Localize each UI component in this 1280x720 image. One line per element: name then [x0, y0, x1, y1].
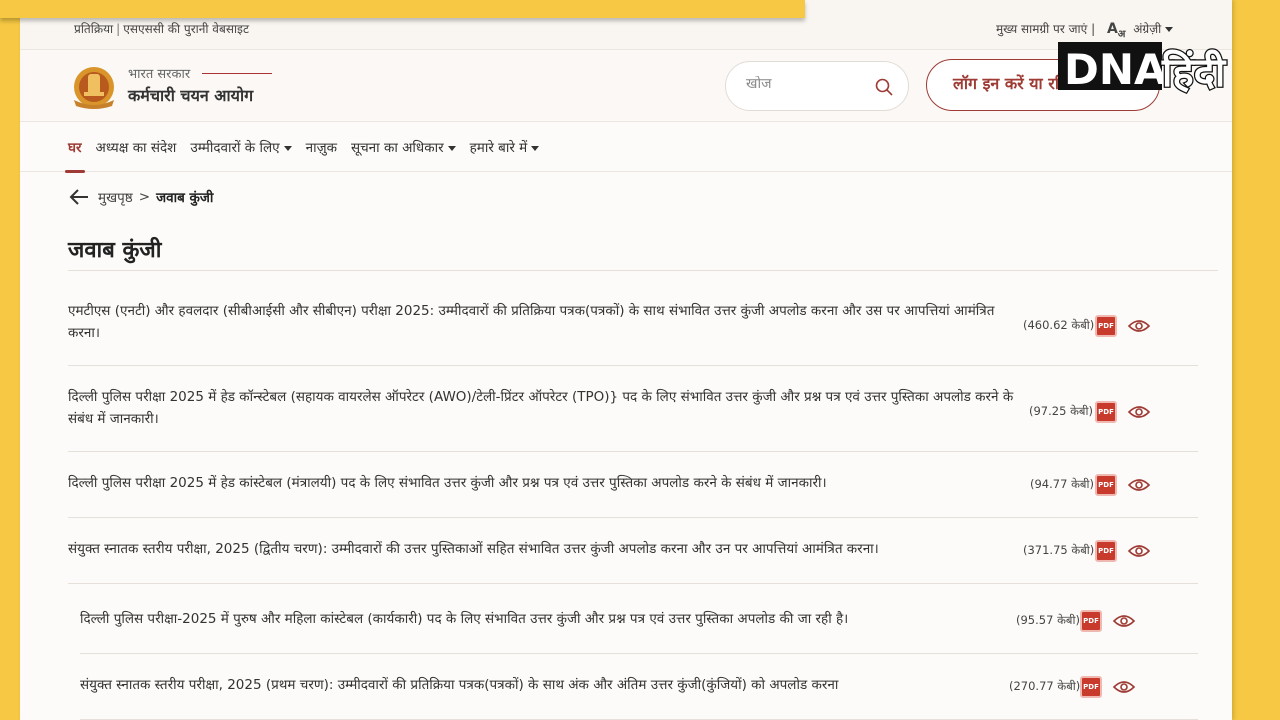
pdf-download-icon[interactable]: PDF: [1095, 474, 1117, 496]
pdf-download-icon[interactable]: PDF: [1095, 540, 1117, 562]
dna-hindi-logo: DNA हिंदी: [1058, 42, 1228, 97]
breadcrumb-home[interactable]: मुखपृष्ठ: [98, 188, 133, 206]
file-size-label: (97.25 केबी): [1029, 404, 1093, 418]
eye-view-icon[interactable]: [1113, 679, 1135, 695]
eye-view-icon[interactable]: [1128, 404, 1150, 420]
old-site-link[interactable]: एसएससी की पुरानी वेबसाइट: [123, 22, 249, 36]
file-size-label: (371.75 केबी): [1023, 543, 1095, 557]
nav-item-label: घर: [68, 140, 82, 156]
yellow-frame-top: [0, 0, 805, 18]
nav-item-label: सूचना का अधिकार: [350, 140, 444, 156]
site-header: भारत सरकार कर्मचारी चयन आयोग लॉग इन करें…: [20, 50, 1232, 122]
file-size-label: (270.77 केबी): [1009, 679, 1081, 693]
notice-row: दिल्ली पुलिस परीक्षा 2025 में हेड कांस्ट…: [68, 452, 1198, 518]
nav-list: घर अध्यक्ष का संदेश उम्मीदवारों के लिए नाज़…: [65, 138, 553, 173]
eye-view-icon[interactable]: [1128, 543, 1150, 559]
nav-item[interactable]: उम्मीदवारों के लिए: [190, 138, 292, 156]
dna-logo-text: DNA: [1064, 45, 1167, 94]
nav-item[interactable]: घर: [65, 138, 84, 173]
nav-item[interactable]: हमारे बारे में: [470, 138, 540, 156]
topbar-left-links: प्रतिक्रिया | एसएससी की पुरानी वेबसाइट: [74, 20, 249, 37]
arrow-left-icon[interactable]: [68, 188, 90, 206]
pdf-download-icon[interactable]: PDF: [1080, 676, 1102, 698]
notice-row: दिल्ली पुलिस परीक्षा 2025 में हेड कॉन्स्…: [68, 366, 1198, 452]
breadcrumb: मुखपृष्ठ > जवाब कुंजी: [68, 188, 213, 206]
nav-item-label: उम्मीदवारों के लिए: [190, 140, 280, 156]
main-nav: घर अध्यक्ष का संदेश उम्मीदवारों के लिए नाज़…: [20, 122, 1232, 173]
nav-item[interactable]: अध्यक्ष का संदेश: [96, 138, 177, 156]
file-size-label: (95.57 केबी): [1016, 613, 1080, 627]
yellow-frame-left: [0, 0, 20, 720]
topbar-separator: |: [116, 22, 121, 36]
chevron-down-icon: [531, 145, 540, 151]
breadcrumb-separator: >: [138, 189, 151, 205]
notice-title-link[interactable]: दिल्ली पुलिस परीक्षा 2025 में हेड कांस्ट…: [68, 472, 1018, 494]
pdf-download-icon[interactable]: PDF: [1095, 315, 1117, 337]
pdf-download-icon[interactable]: PDF: [1095, 401, 1117, 423]
org-name[interactable]: कर्मचारी चयन आयोग: [128, 84, 253, 106]
gov-label: भारत सरकार: [128, 67, 191, 82]
notice-row: एमटीएस (एनटी) और हवलदार (सीबीआईसी और सीब…: [68, 272, 1198, 366]
notice-title-link[interactable]: दिल्ली पुलिस परीक्षा-2025 में पुरुष और म…: [80, 608, 1030, 630]
notice-row: संयुक्त स्नातक स्तरीय परीक्षा, 2025 (प्र…: [80, 654, 1198, 720]
notice-title-link[interactable]: संयुक्त स्नातक स्तरीय परीक्षा, 2025 (द्व…: [68, 538, 1018, 560]
feedback-link[interactable]: प्रतिक्रिया: [74, 22, 113, 36]
chevron-down-icon: [283, 145, 292, 151]
nav-item-label: नाज़ुक: [305, 140, 337, 156]
search-input[interactable]: [746, 76, 866, 92]
search-box[interactable]: [725, 61, 909, 111]
page-title: जवाब कुंजी: [68, 238, 162, 263]
nav-item[interactable]: सूचना का अधिकार: [351, 138, 456, 156]
eye-view-icon[interactable]: [1128, 477, 1150, 493]
notice-title-link[interactable]: संयुक्त स्नातक स्तरीय परीक्षा, 2025 (प्र…: [80, 674, 1030, 696]
chevron-down-icon: [447, 145, 456, 151]
ssc-page: प्रतिक्रिया | एसएससी की पुरानी वेबसाइट मुख…: [20, 0, 1232, 720]
national-emblem-icon[interactable]: [68, 62, 120, 112]
notice-row: दिल्ली पुलिस परीक्षा-2025 में पुरुष और म…: [80, 584, 1198, 654]
file-size-label: (460.62 केबी): [1023, 318, 1095, 332]
nav-item-label: हमारे बारे में: [469, 140, 528, 156]
notice-title-link[interactable]: एमटीएस (एनटी) और हवलदार (सीबीआईसी और सीब…: [68, 300, 1018, 344]
dna-logo-hindi-text: हिंदी: [1161, 49, 1227, 96]
eye-view-icon[interactable]: [1113, 613, 1135, 629]
nav-item-label: अध्यक्ष का संदेश: [95, 140, 177, 156]
pdf-download-icon[interactable]: PDF: [1080, 610, 1102, 632]
notice-title-link[interactable]: दिल्ली पुलिस परीक्षा 2025 में हेड कॉन्स्…: [68, 386, 1018, 430]
nav-item[interactable]: नाज़ुक: [306, 138, 337, 156]
brand-divider: [202, 73, 272, 74]
file-size-label: (94.77 केबी): [1030, 477, 1094, 491]
eye-view-icon[interactable]: [1128, 318, 1150, 334]
breadcrumb-current: जवाब कुंजी: [156, 190, 214, 206]
notice-row: संयुक्त स्नातक स्तरीय परीक्षा, 2025 (द्व…: [68, 518, 1198, 584]
title-divider: [68, 270, 1218, 271]
search-icon[interactable]: [874, 77, 894, 97]
